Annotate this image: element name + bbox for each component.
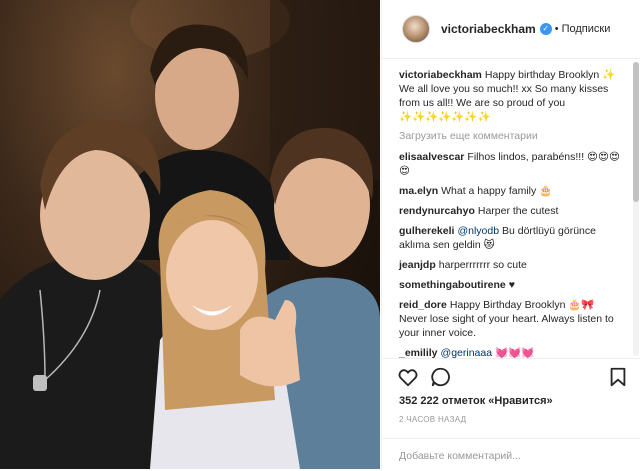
comment-item: somethingaboutirene ♥ (399, 278, 621, 292)
bookmark-icon[interactable] (607, 366, 629, 388)
post-actions: 352 222 отметок «Нравится» 2 ЧАСОВ НАЗАД (382, 358, 640, 470)
caption-username[interactable]: victoriabeckham (399, 69, 482, 81)
comment-username[interactable]: reid_dore (399, 299, 447, 311)
comment-username[interactable]: rendynurcahyo (399, 205, 475, 217)
following-button[interactable]: Подписки (562, 23, 611, 35)
post-timestamp: 2 ЧАСОВ НАЗАД (399, 415, 467, 424)
avatar[interactable] (402, 15, 430, 43)
header-separator: • (554, 23, 559, 35)
comments-scrollbar[interactable] (633, 62, 639, 356)
comment-text: 💓💓💓 (492, 347, 535, 358)
verified-badge-icon: ✓ (539, 23, 552, 35)
comment-text: What a happy family 🎂 (441, 185, 553, 197)
comment-mention[interactable]: @gerinaaa (441, 347, 493, 358)
comment-input[interactable] (397, 447, 621, 465)
comment-username[interactable]: _emilily (399, 347, 438, 358)
comment-username[interactable]: elisaalvescar (399, 151, 464, 163)
comments-list[interactable]: victoriabeckham Happy birthday Brooklyn ✨… (382, 58, 632, 358)
scrollbar-thumb[interactable] (633, 62, 639, 202)
comment-item: _emilily @gerinaaa 💓💓💓 (399, 346, 621, 358)
add-comment-section (382, 438, 640, 471)
comment-item: jeanjdp harperrrrrrr so cute (399, 258, 621, 272)
comment-username[interactable]: somethingaboutirene (399, 279, 506, 291)
header-username[interactable]: victoriabeckham (441, 22, 536, 36)
action-icons (397, 366, 637, 392)
comment-text: ♥ (508, 279, 515, 291)
comment-mention[interactable]: @nlyodb (457, 225, 499, 237)
comment-item: reid_dore Happy Birthday Brooklyn 🎂🎀 Neve… (399, 298, 621, 340)
comment-username[interactable]: jeanjdp (399, 259, 436, 271)
comment-item: elisaalvescar Filhos lindos, parabéns!!! … (399, 150, 621, 178)
post-photo[interactable] (0, 0, 380, 469)
heart-icon[interactable] (397, 366, 419, 388)
caption: victoriabeckham Happy birthday Brooklyn ✨… (399, 68, 621, 124)
comment-text: Harper the cutest (477, 205, 559, 217)
post-header: victoriabeckham ✓ • Подписки (382, 0, 640, 59)
comment-item: rendynurcahyo Harper the cutest (399, 204, 621, 218)
likes-count[interactable]: 352 222 отметок «Нравится» (399, 395, 553, 407)
post-sidebar: victoriabeckham ✓ • Подписки victoriabec… (381, 0, 640, 469)
comment-icon[interactable] (430, 366, 452, 388)
comment-item: gulherekeli @nlyodb Bu dörtlüyü görünce a… (399, 224, 621, 252)
comment-username[interactable]: ma.elyn (399, 185, 438, 197)
comment-item: ma.elyn What a happy family 🎂 (399, 184, 621, 198)
family-photo-illustration (0, 0, 380, 469)
comment-text: harperrrrrrr so cute (438, 259, 527, 271)
load-more-comments-link[interactable]: Загрузить еще комментарии (399, 130, 632, 142)
comment-username[interactable]: gulherekeli (399, 225, 454, 237)
